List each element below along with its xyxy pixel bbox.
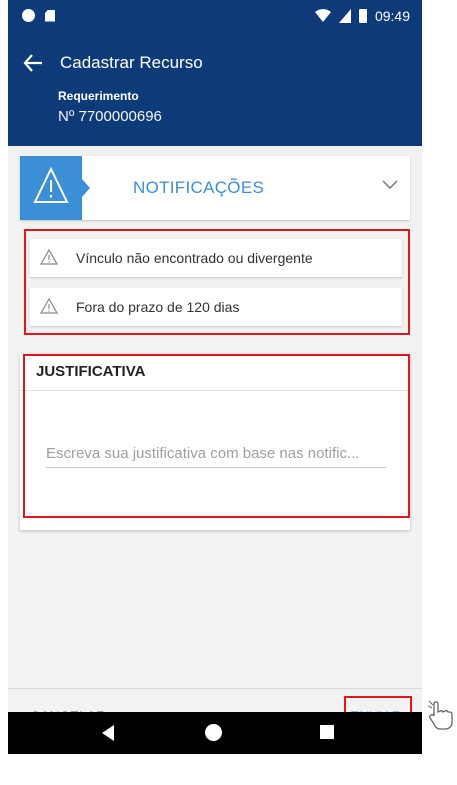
hand-pointer-icon [428,700,453,730]
back-arrow-icon[interactable] [22,52,44,74]
status-right: 09:49 [314,8,410,24]
notifications-icon-box [20,156,82,220]
status-bar: 09:49 [8,0,422,38]
notification-dot-icon [22,9,35,22]
wifi-icon [314,9,331,22]
sd-card-icon [45,9,55,22]
notifications-title: NOTIFICAÇÕES [133,178,265,197]
nav-back-icon[interactable] [102,725,114,741]
notifications-icon-notch [82,179,90,197]
nav-home-icon[interactable] [205,724,222,741]
status-time: 09:49 [374,8,410,24]
app-header: 09:49 Cadastrar Recurso Requerimento Nº … [8,0,422,146]
notifications-header-card[interactable]: NOTIFICAÇÕES [20,156,410,220]
cell-signal-icon [338,9,351,23]
requirement-label: Requerimento [58,89,139,103]
phone-screen: 09:49 Cadastrar Recurso Requerimento Nº … [8,0,422,754]
screen-title: Cadastrar Recurso [60,53,203,72]
battery-icon [358,9,367,23]
title-row: Cadastrar Recurso [22,50,203,76]
nav-recent-apps-icon[interactable] [320,725,334,739]
notifications-highlight-box [24,229,410,335]
warning-icon [33,166,69,203]
justification-highlight-box [23,354,410,518]
chevron-down-icon[interactable] [382,180,398,190]
android-nav-bar [8,712,422,754]
requirement-number: Nº 7700000696 [58,108,162,125]
status-left [22,9,55,22]
